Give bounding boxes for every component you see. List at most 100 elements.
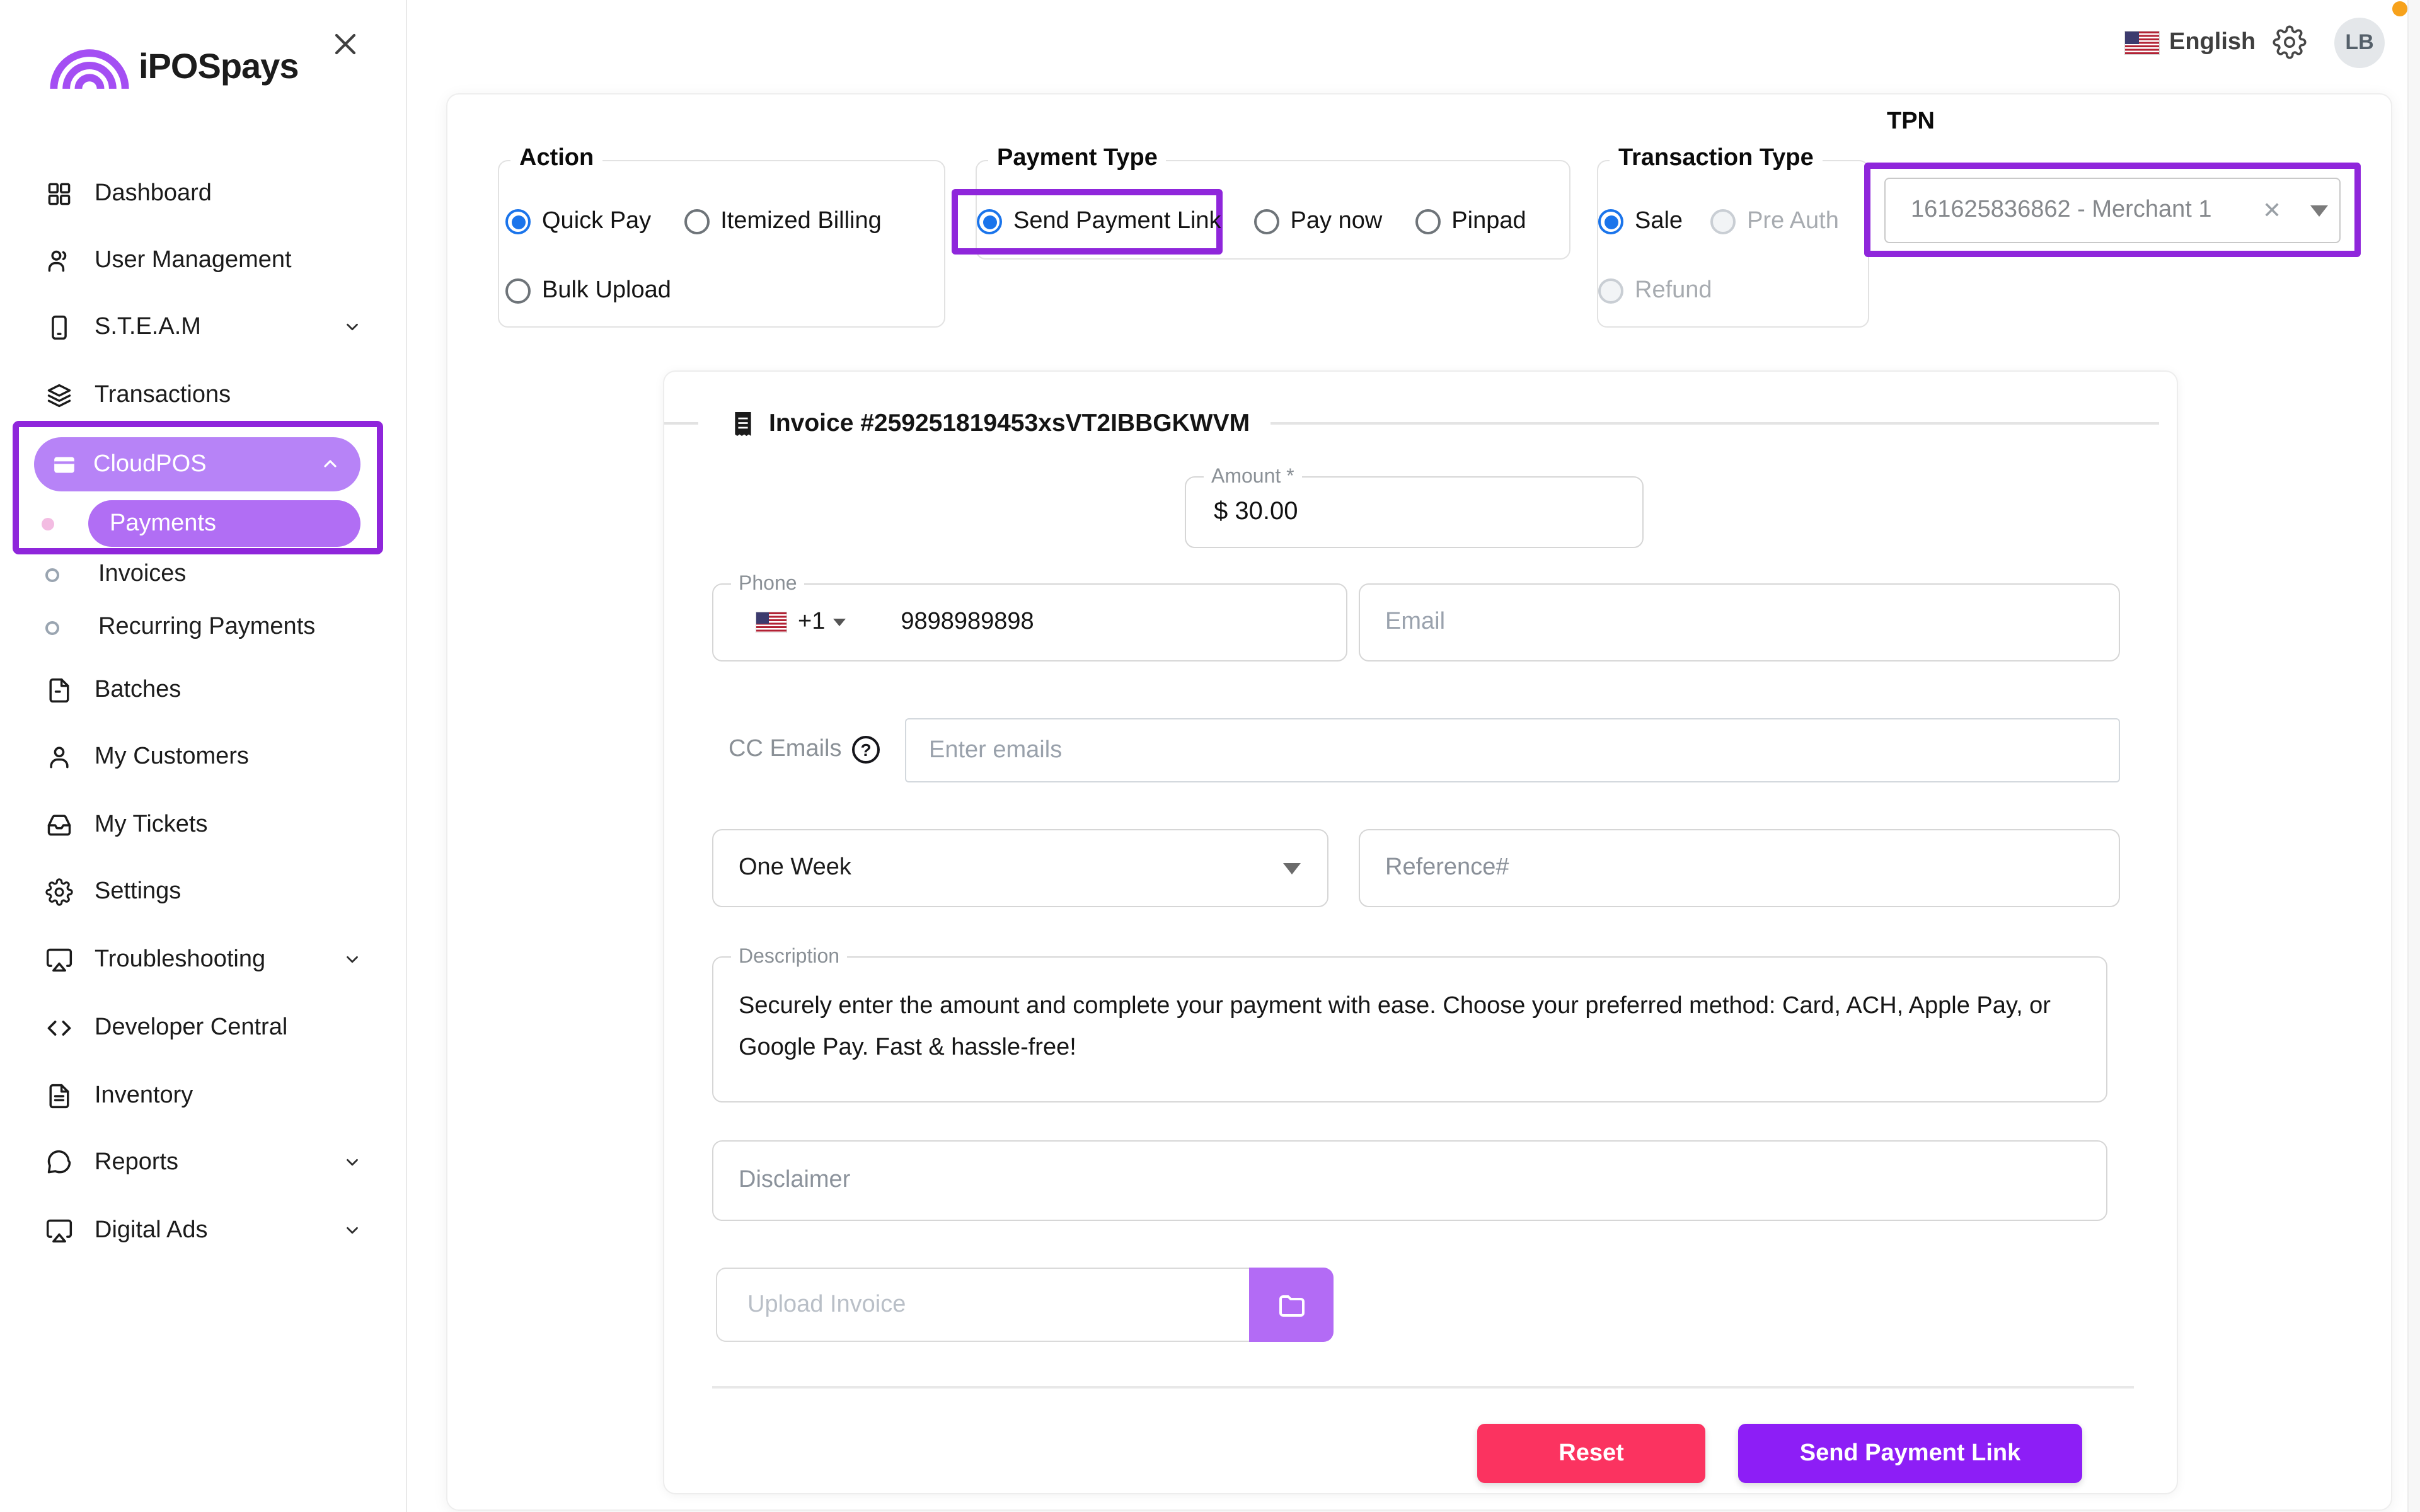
chevron-down-icon — [343, 1153, 362, 1172]
user-icon — [45, 743, 73, 771]
reference-input[interactable] — [1359, 829, 2120, 907]
sidebar-item-troubleshooting[interactable]: Troubleshooting — [45, 932, 388, 988]
radio-icon — [1254, 209, 1279, 234]
radio-icon — [1598, 278, 1623, 304]
gear-icon[interactable] — [2273, 25, 2307, 59]
radio-itemized-billing[interactable]: Itemized Billing — [684, 208, 882, 236]
brand-logo-icon — [47, 38, 132, 93]
disclaimer-input[interactable] — [712, 1140, 2107, 1221]
language-selector[interactable]: English — [2169, 29, 2256, 57]
us-flag-icon[interactable] — [756, 612, 786, 633]
sidebar-item-recurring-payments[interactable]: Recurring Payments — [45, 600, 373, 655]
sidebar-item-reports[interactable]: Reports — [45, 1135, 388, 1191]
sidebar-item-label: My Customers — [95, 743, 249, 771]
sidebar-item-label: CloudPOS — [93, 450, 207, 478]
sidebar-item-digital-ads[interactable]: Digital Ads — [45, 1203, 388, 1259]
code-icon — [45, 1014, 73, 1042]
page: iPOSpays Dashboard User Management S.T.E… — [0, 0, 2420, 1512]
radio-icon — [977, 209, 1002, 234]
tpn-label: TPN — [1887, 108, 1935, 136]
radio-icon — [1415, 209, 1440, 234]
chevron-down-icon — [343, 318, 362, 336]
radio-send-payment-link[interactable]: Send Payment Link — [977, 208, 1221, 236]
bullet-circle-icon — [45, 568, 59, 581]
sidebar-item-label: Reports — [95, 1149, 178, 1177]
cc-emails-input[interactable] — [905, 718, 2120, 782]
radio-quick-pay[interactable]: Quick Pay — [505, 208, 651, 236]
sidebar-item-payments[interactable]: Payments — [88, 500, 360, 547]
card-icon — [52, 452, 77, 477]
radio-bulk-upload[interactable]: Bulk Upload — [505, 277, 671, 305]
radio-pre-auth[interactable]: Pre Auth — [1710, 208, 1839, 236]
phone-input[interactable] — [901, 609, 1253, 636]
close-icon[interactable] — [330, 28, 363, 60]
inbox-icon — [45, 811, 73, 839]
question-circle-icon[interactable]: ? — [852, 736, 880, 764]
upload-invoice-input[interactable] — [716, 1268, 1252, 1342]
radio-icon — [684, 209, 709, 234]
brand-name: iPOSpays — [139, 42, 298, 92]
payment-type-legend: Payment Type — [988, 145, 1167, 173]
phone-field: Phone +1 — [712, 583, 1347, 662]
email-field[interactable] — [1359, 583, 2120, 662]
notification-dot — [2392, 1, 2407, 16]
sidebar-item-label: S.T.E.A.M — [95, 314, 201, 341]
x-clear-icon[interactable]: ✕ — [2262, 178, 2281, 243]
amount-input[interactable] — [1186, 478, 1642, 547]
sidebar-item-steam[interactable]: S.T.E.A.M — [45, 300, 388, 355]
upload-invoice-button[interactable] — [1249, 1268, 1334, 1342]
sidebar-item-settings[interactable]: Settings — [45, 864, 388, 920]
chat-icon — [45, 1149, 73, 1177]
active-bullet-dot — [42, 518, 54, 530]
description-label: Description — [731, 946, 847, 969]
screen-icon — [45, 946, 73, 974]
gear-icon — [45, 878, 73, 906]
sidebar-item-label: User Management — [95, 247, 292, 275]
file-minus-icon — [45, 677, 73, 704]
invoice-title: Invoice #259251819453xsVT2IBBGKWVM — [769, 409, 1250, 438]
sidebar-item-label: Digital Ads — [95, 1217, 208, 1245]
users-icon — [45, 247, 73, 275]
sidebar-item-label: Dashboard — [95, 180, 212, 208]
receipt-icon — [734, 411, 752, 435]
radio-refund[interactable]: Refund — [1598, 277, 1712, 305]
radio-pay-now[interactable]: Pay now — [1254, 208, 1383, 236]
sidebar-item-label: Batches — [95, 677, 181, 704]
caret-down-icon[interactable] — [1283, 863, 1301, 874]
sidebar-item-invoices[interactable]: Invoices — [45, 547, 373, 602]
avatar[interactable]: LB — [2334, 18, 2385, 68]
sidebar-item-inventory[interactable]: Inventory — [45, 1068, 388, 1124]
radio-sale[interactable]: Sale — [1598, 208, 1683, 236]
sidebar-item-transactions[interactable]: Transactions — [45, 368, 388, 423]
sidebar-item-label: Inventory — [95, 1082, 193, 1110]
scrollbar-track[interactable] — [2407, 0, 2420, 1512]
reset-button[interactable]: Reset — [1477, 1424, 1705, 1483]
sidebar-item-my-customers[interactable]: My Customers — [45, 730, 388, 785]
action-legend: Action — [510, 145, 602, 173]
amount-field: Amount * — [1185, 476, 1644, 548]
caret-down-icon[interactable] — [833, 619, 845, 626]
sidebar-item-label: Payments — [110, 510, 216, 537]
divider — [664, 423, 698, 425]
send-payment-link-button[interactable]: Send Payment Link — [1738, 1424, 2082, 1483]
sidebar-item-user-management[interactable]: User Management — [45, 233, 388, 289]
caret-down-icon[interactable] — [2310, 205, 2328, 217]
file-text-icon — [45, 1082, 73, 1110]
chevron-down-icon — [343, 950, 362, 969]
radio-pinpad[interactable]: Pinpad — [1415, 208, 1526, 236]
expiry-select[interactable]: One Week — [712, 829, 1328, 907]
sidebar-item-label: My Tickets — [95, 811, 207, 839]
radio-icon — [505, 209, 531, 234]
bullet-circle-icon — [45, 621, 59, 634]
divider — [1270, 423, 2159, 425]
sidebar-item-batches[interactable]: Batches — [45, 663, 388, 718]
description-field[interactable]: Description Securely enter the amount an… — [712, 956, 2107, 1102]
sidebar-item-cloudpos[interactable]: CloudPOS — [34, 437, 360, 491]
folder-icon — [1276, 1290, 1306, 1320]
dashboard-icon — [45, 180, 73, 208]
sidebar-item-dashboard[interactable]: Dashboard — [45, 166, 388, 222]
sidebar-item-developer-central[interactable]: Developer Central — [45, 1000, 388, 1056]
invoice-header: Invoice #259251819453xsVT2IBBGKWVM — [664, 410, 2159, 437]
sidebar-item-my-tickets[interactable]: My Tickets — [45, 798, 388, 853]
dial-code[interactable]: +1 — [798, 609, 825, 636]
